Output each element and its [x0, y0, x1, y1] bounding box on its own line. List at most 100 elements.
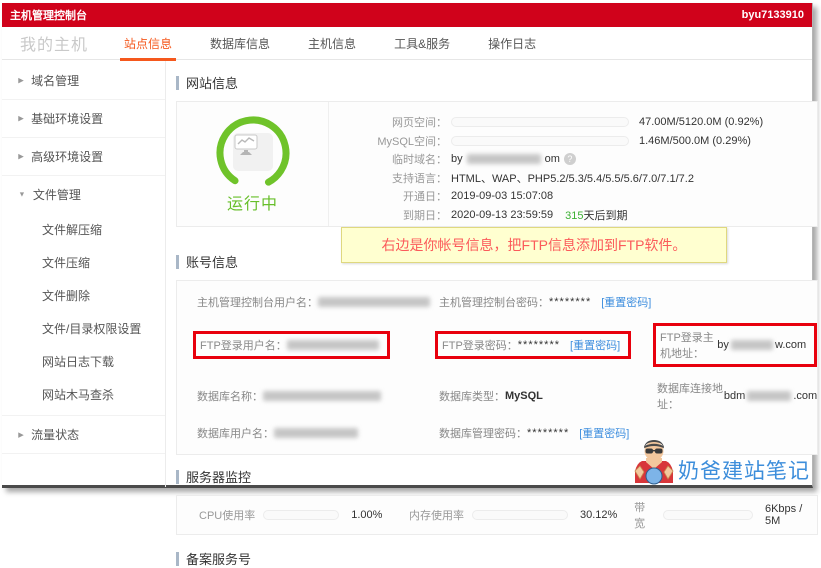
sidebar-item-label: 域名管理 — [31, 74, 80, 88]
avatar-image — [634, 440, 674, 485]
ftp-password-label: FTP登录密码： — [442, 340, 518, 352]
cpu-usage-bar — [263, 510, 340, 520]
tab-tools-services[interactable]: 工具&服务 — [392, 27, 452, 60]
section-tick — [176, 551, 179, 566]
db-password-field: 数据库管理密码： ******** [重置密码] — [439, 425, 657, 441]
db-host-label: 数据库连接地址： — [657, 383, 723, 411]
watermark: 奶爸建站笔记 — [632, 439, 810, 485]
ftp-username-redacted — [286, 340, 379, 350]
mysql-space-row: MySQL空间： 1.46M/500.0M (0.29%) — [329, 132, 817, 151]
server-monitor-panel: CPU使用率 1.00% 内存使用率 30.12% 带宽 6Kbps / 5M — [176, 495, 819, 535]
status-running-label: 运行中 — [226, 195, 278, 213]
sidebar-subitem-file-delete[interactable]: 文件删除 — [2, 279, 165, 312]
chevron-right-icon: ▶ — [18, 76, 24, 85]
ftp-host-redacted — [730, 340, 774, 350]
chevron-down-icon: ▼ — [18, 190, 26, 199]
site-status-gauge: 运行中 — [177, 102, 329, 226]
db-type-label: 数据库类型： — [439, 391, 505, 403]
tab-site-info[interactable]: 站点信息 — [120, 27, 177, 61]
sidebar-subitem-file-compress[interactable]: 文件压缩 — [2, 246, 165, 279]
site-info-panel: 运行中 网页空间： 47.00M/5120.0M (0.92%) MySQL空间… — [176, 101, 819, 227]
languages-row: 支持语言： HTML、WAP、PHP5.2/5.3/5.4/5.5/5.6/7.… — [329, 169, 817, 188]
expire-date-value: 2020-09-13 23:59:59 — [451, 208, 554, 221]
sidebar-item-traffic-status[interactable]: ▶ 流量状态 — [2, 416, 165, 454]
ftp-host-prefix: by — [717, 339, 729, 351]
tab-operation-log[interactable]: 操作日志 — [486, 27, 538, 60]
bandwidth-value: 6Kbps / 5M — [764, 503, 803, 527]
db-host-prefix: bdm — [723, 390, 746, 402]
section-title-text: 备案服务号 — [186, 552, 252, 567]
web-space-label: 网页空间： — [392, 117, 447, 130]
file-management-submenu: 文件解压缩 文件压缩 文件删除 文件/目录权限设置 网站日志下载 网站木马查杀 — [2, 213, 165, 416]
logged-in-username[interactable]: byu7133910 — [742, 9, 804, 21]
console-username-redacted — [318, 297, 430, 307]
tab-host-info[interactable]: 主机信息 — [306, 27, 358, 60]
sidebar-subitem-site-trojan-scan[interactable]: 网站木马查杀 — [2, 378, 165, 415]
reset-console-password-link[interactable]: [重置密码] — [601, 294, 651, 310]
ftp-password-field-highlighted: FTP登录密码： ******** [重置密码] — [435, 331, 632, 359]
tab-database-info[interactable]: 数据库信息 — [208, 27, 272, 60]
sidebar-item-basic-env-settings[interactable]: ▶ 基础环境设置 — [2, 100, 165, 138]
section-title-site-info: 网站信息 — [176, 73, 821, 92]
db-type-field: 数据库类型： MySQL — [439, 388, 657, 404]
chevron-right-icon: ▶ — [18, 152, 24, 161]
sidebar-item-label: 文件管理 — [32, 188, 81, 202]
bandwidth-bar — [662, 510, 753, 520]
reset-ftp-password-link[interactable]: [重置密码] — [570, 337, 620, 353]
help-icon[interactable]: ? — [563, 153, 576, 166]
expire-days-suffix: 天后到期 — [583, 209, 628, 222]
sidebar-item-domain-management[interactable]: ▶ 域名管理 — [2, 62, 165, 100]
temp-domain-label: 临时域名： — [392, 154, 447, 167]
cpu-usage-label: CPU使用率 — [199, 510, 256, 522]
sidebar-subitem-file-permissions[interactable]: 文件/目录权限设置 — [2, 312, 165, 345]
db-name-label: 数据库名称： — [197, 391, 263, 403]
sidebar-item-advanced-env-settings[interactable]: ▶ 高级环境设置 — [2, 138, 165, 176]
chevron-right-icon: ▶ — [18, 430, 24, 439]
open-date-row: 开通日： 2019-09-03 15:07:08 — [329, 187, 817, 206]
bandwidth-metric: 带宽 6Kbps / 5M — [634, 499, 817, 531]
languages-label: 支持语言： — [392, 172, 447, 185]
sidebar-item-label: 流量状态 — [31, 428, 80, 442]
sidebar-item-file-management[interactable]: ▼ 文件管理 — [2, 176, 165, 213]
expire-date-row: 到期日： 2020-09-13 23:59:59 315天后到期 — [329, 206, 817, 225]
annotation-note: 右边是你帐号信息，把FTP信息添加到FTP软件。 — [341, 227, 727, 263]
sidebar: ▶ 域名管理 ▶ 基础环境设置 ▶ 高级环境设置 ▼ 文件管理 文件解压缩 文件… — [2, 60, 166, 487]
mysql-space-label: MySQL空间： — [377, 135, 447, 148]
control-panel-window: 主机管理控制台 byu7133910 我的主机 站点信息 数据库信息 主机信息 … — [2, 3, 819, 567]
bandwidth-label: 带宽 — [634, 502, 646, 530]
mysql-space-value: 1.46M/500.0M (0.29%) — [639, 134, 751, 147]
web-space-row: 网页空间： 47.00M/5120.0M (0.92%) — [329, 113, 817, 132]
db-name-redacted — [263, 391, 381, 401]
temp-domain-prefix: by — [451, 153, 463, 166]
web-space-progressbar — [451, 117, 629, 128]
reset-db-password-link[interactable]: [重置密码] — [579, 425, 629, 441]
sidebar-item-label: 高级环境设置 — [31, 150, 104, 164]
top-bar: 主机管理控制台 byu7133910 — [2, 3, 812, 27]
db-host-suffix: .com — [793, 390, 818, 402]
memory-usage-label: 内存使用率 — [408, 510, 464, 522]
cpu-usage-value: 1.00% — [351, 509, 383, 521]
ftp-username-field-highlighted: FTP登录用户名： — [193, 331, 390, 359]
sidebar-subitem-file-unzip[interactable]: 文件解压缩 — [2, 213, 165, 246]
section-title-text: 账号信息 — [186, 255, 239, 270]
mysql-space-progressbar — [451, 135, 629, 146]
temp-domain-row: 临时域名： by om ? — [329, 150, 817, 169]
console-password-mask: ******** — [549, 296, 592, 308]
chevron-right-icon: ▶ — [18, 114, 24, 123]
console-username-field: 主机管理控制台用户名： — [197, 294, 439, 310]
ftp-host-label: FTP登录主机地址： — [660, 332, 714, 360]
db-host-redacted — [747, 391, 792, 401]
sidebar-item-label: 基础环境设置 — [31, 112, 104, 126]
annotation-note-text: 右边是你帐号信息，把FTP信息添加到FTP软件。 — [381, 237, 687, 253]
web-space-value: 47.00M/5120.0M (0.92%) — [639, 116, 764, 129]
ftp-password-mask: ******** — [517, 339, 561, 351]
db-username-field: 数据库用户名： — [197, 425, 439, 441]
db-password-label: 数据库管理密码： — [439, 428, 527, 440]
sidebar-subitem-site-log-download[interactable]: 网站日志下载 — [2, 345, 165, 378]
main-content: 网站信息 运行中 网页空间： 47.00M/5120.0M (0.92%) My… — [166, 60, 821, 567]
monitor-chart-icon — [232, 132, 273, 171]
console-password-field: 主机管理控制台密码： ******** [重置密码] — [439, 294, 657, 310]
tab-bar: 我的主机 站点信息 数据库信息 主机信息 工具&服务 操作日志 — [2, 27, 812, 61]
db-username-label: 数据库用户名： — [197, 428, 274, 440]
db-host-field: 数据库连接地址： bdm .com — [657, 380, 817, 412]
